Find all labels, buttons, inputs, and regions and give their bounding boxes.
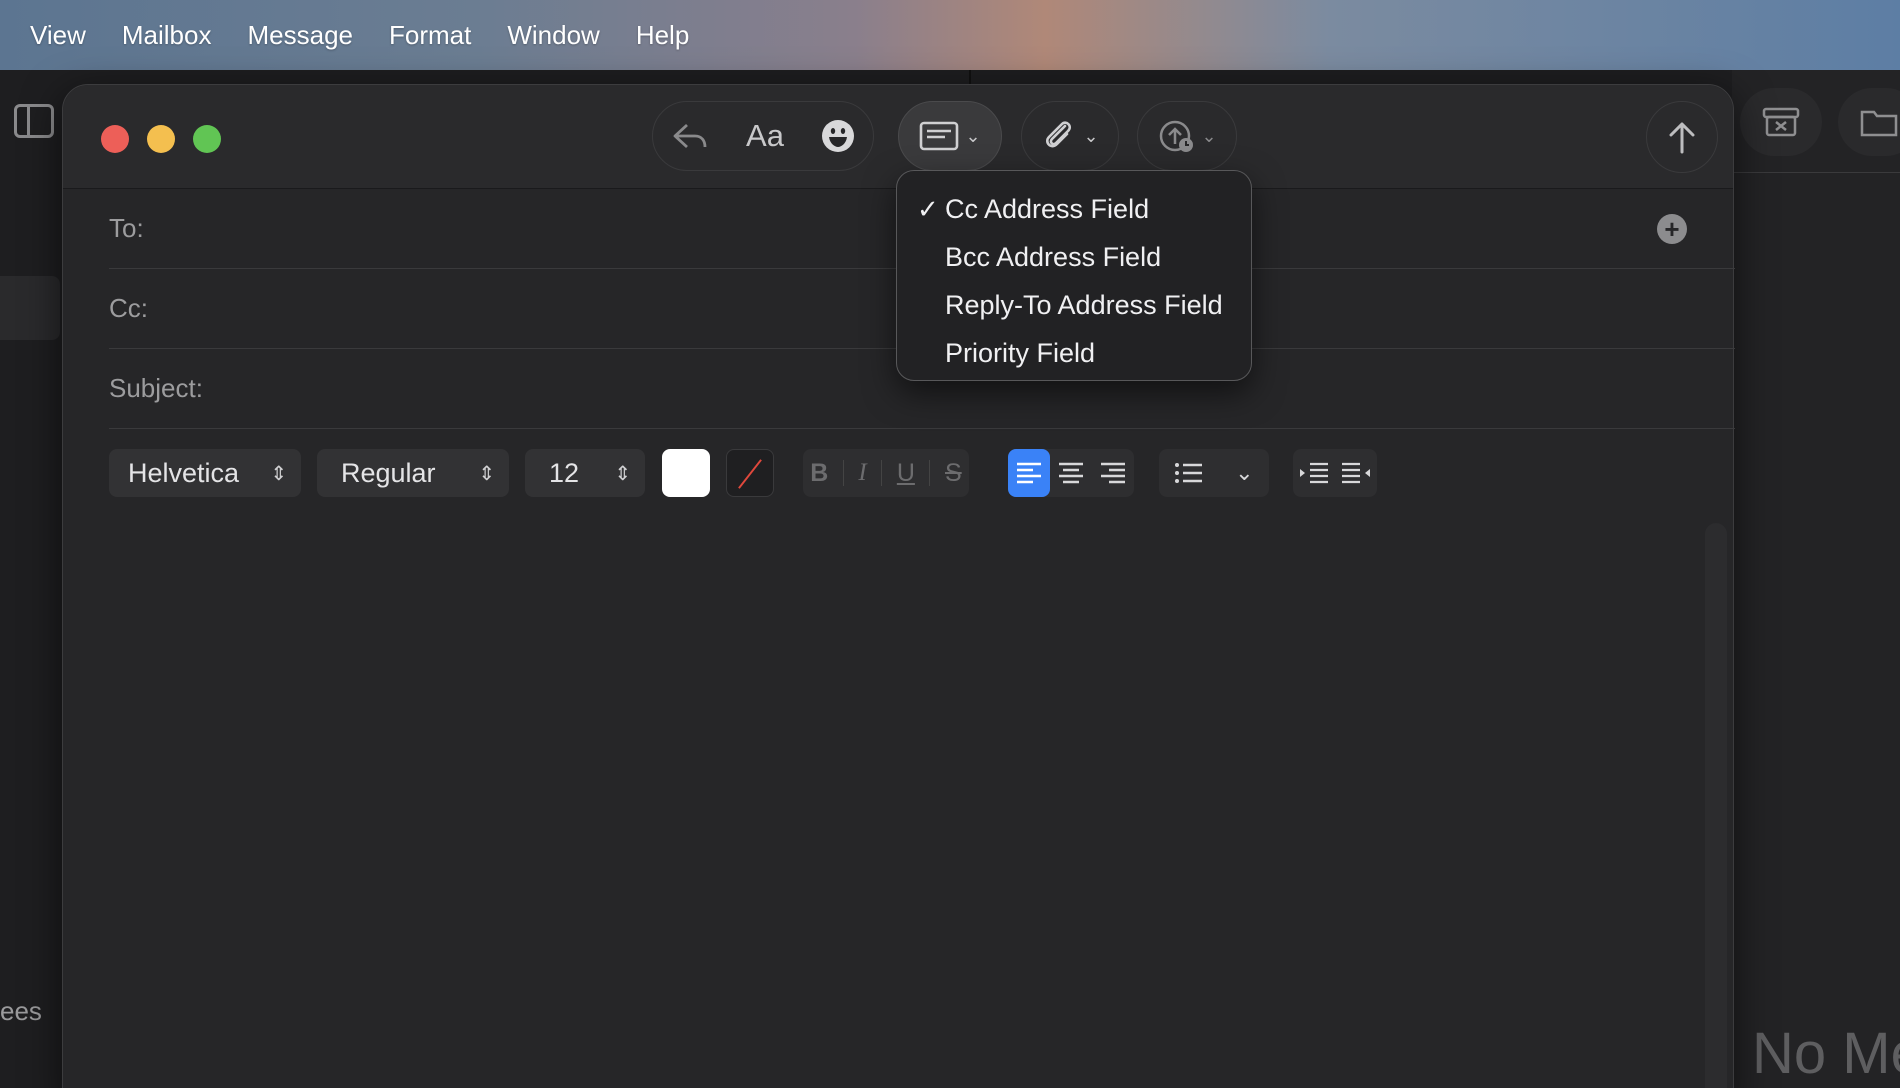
menu-item-label: Priority Field bbox=[945, 337, 1096, 368]
italic-button[interactable]: I bbox=[858, 459, 866, 487]
zoom-window-button[interactable] bbox=[193, 125, 221, 153]
reply-icon[interactable] bbox=[671, 121, 709, 151]
menu-item-reply-to-address-field[interactable]: Reply-To Address Field bbox=[897, 281, 1251, 329]
menu-message[interactable]: Message bbox=[229, 20, 371, 51]
align-center-icon bbox=[1059, 462, 1083, 484]
divider bbox=[929, 460, 931, 486]
sidebar-item-label: ees bbox=[0, 996, 42, 1026]
background-color-swatch[interactable] bbox=[726, 449, 774, 497]
font-size-select[interactable]: 12 ⇕ bbox=[525, 449, 645, 497]
font-weight-value: Regular bbox=[341, 457, 436, 488]
font-family-select[interactable]: Helvetica ⇕ bbox=[109, 449, 301, 497]
message-viewer-pane bbox=[1732, 70, 1900, 1088]
menu-item-label: Cc Address Field bbox=[945, 193, 1150, 224]
to-label: To: bbox=[109, 213, 144, 243]
align-right-icon bbox=[1101, 462, 1125, 484]
paperclip-icon: ⌄ bbox=[1041, 118, 1099, 154]
stepper-icon: ⇕ bbox=[614, 462, 631, 485]
chevron-down-icon: ⌄ bbox=[1235, 460, 1254, 485]
send-later-button[interactable]: ⌄ bbox=[1137, 101, 1237, 171]
sidebar-toggle-icon[interactable] bbox=[14, 104, 54, 138]
stepper-icon: ⇕ bbox=[270, 462, 287, 485]
close-window-button[interactable] bbox=[101, 125, 129, 153]
font-weight-select[interactable]: Regular ⇕ bbox=[317, 449, 509, 497]
archive-button[interactable] bbox=[1740, 88, 1822, 156]
indent-group bbox=[1293, 449, 1377, 497]
text-style-group: B I U S bbox=[803, 449, 969, 497]
cc-label: Cc: bbox=[109, 293, 148, 323]
minimize-window-button[interactable] bbox=[147, 125, 175, 153]
menu-item-cc-address-field[interactable]: ✓ Cc Address Field bbox=[897, 185, 1251, 233]
decrease-indent-icon[interactable] bbox=[1340, 461, 1372, 485]
align-left-button[interactable] bbox=[1008, 449, 1050, 497]
menu-item-bcc-address-field[interactable]: Bcc Address Field bbox=[897, 233, 1251, 281]
divider bbox=[1732, 172, 1900, 173]
format-text-button[interactable]: Aa bbox=[746, 118, 784, 154]
move-to-folder-button[interactable] bbox=[1838, 88, 1900, 156]
strikethrough-button[interactable]: S bbox=[945, 459, 962, 488]
sidebar-selected-item[interactable] bbox=[0, 276, 60, 340]
text-color-swatch[interactable] bbox=[662, 449, 710, 497]
menu-view[interactable]: View bbox=[12, 20, 104, 51]
header-fields-icon: ⌄ bbox=[919, 120, 981, 152]
align-right-button[interactable] bbox=[1092, 449, 1134, 497]
compose-titlebar: Aa ⌄ ⌄ ⌄ bbox=[63, 85, 1733, 189]
divider bbox=[842, 460, 844, 486]
emoji-icon[interactable] bbox=[821, 119, 855, 153]
empty-state-text: No Me bbox=[1752, 1021, 1900, 1086]
chevron-down-icon: ⌄ bbox=[1201, 125, 1217, 146]
chevron-down-icon: ⌄ bbox=[1083, 125, 1099, 146]
font-size-value: 12 bbox=[549, 457, 580, 488]
menu-item-priority-field[interactable]: Priority Field bbox=[897, 329, 1251, 377]
menu-help[interactable]: Help bbox=[618, 20, 707, 51]
compose-tools-group: Aa bbox=[652, 101, 874, 171]
folder-icon bbox=[1860, 110, 1898, 137]
stepper-icon: ⇕ bbox=[478, 462, 495, 485]
align-center-button[interactable] bbox=[1050, 449, 1092, 497]
add-contact-icon[interactable]: + bbox=[1657, 213, 1687, 244]
attachment-button[interactable]: ⌄ bbox=[1021, 101, 1119, 171]
subject-label: Subject: bbox=[109, 373, 203, 403]
bullet-list-icon bbox=[1175, 463, 1203, 483]
body-scrollbar[interactable] bbox=[1705, 523, 1727, 1088]
divider bbox=[881, 460, 883, 486]
chevron-down-icon: ⌄ bbox=[965, 125, 981, 146]
menu-mailbox[interactable]: Mailbox bbox=[104, 20, 230, 51]
header-fields-menu: ✓ Cc Address Field Bcc Address Field Rep… bbox=[896, 170, 1252, 381]
underline-button[interactable]: U bbox=[897, 459, 915, 488]
list-style-button[interactable]: ⌄ bbox=[1159, 449, 1269, 497]
send-button[interactable] bbox=[1646, 101, 1718, 173]
archive-icon bbox=[1762, 107, 1800, 137]
increase-indent-icon[interactable] bbox=[1298, 461, 1330, 485]
menu-window[interactable]: Window bbox=[489, 20, 617, 51]
send-arrow-icon bbox=[1669, 122, 1695, 154]
checkmark-icon: ✓ bbox=[917, 193, 939, 224]
menu-format[interactable]: Format bbox=[371, 20, 489, 51]
header-fields-button[interactable]: ⌄ bbox=[898, 101, 1002, 171]
font-family-value: Helvetica bbox=[128, 457, 240, 488]
send-later-icon: ⌄ bbox=[1157, 118, 1217, 154]
bold-button[interactable]: B bbox=[810, 459, 828, 488]
menu-item-label: Bcc Address Field bbox=[945, 241, 1162, 272]
alignment-group bbox=[1008, 449, 1134, 497]
menu-bar: View Mailbox Message Format Window Help bbox=[0, 0, 1900, 70]
menu-item-label: Reply-To Address Field bbox=[945, 289, 1223, 320]
align-left-icon bbox=[1017, 462, 1041, 484]
divider bbox=[969, 70, 971, 84]
